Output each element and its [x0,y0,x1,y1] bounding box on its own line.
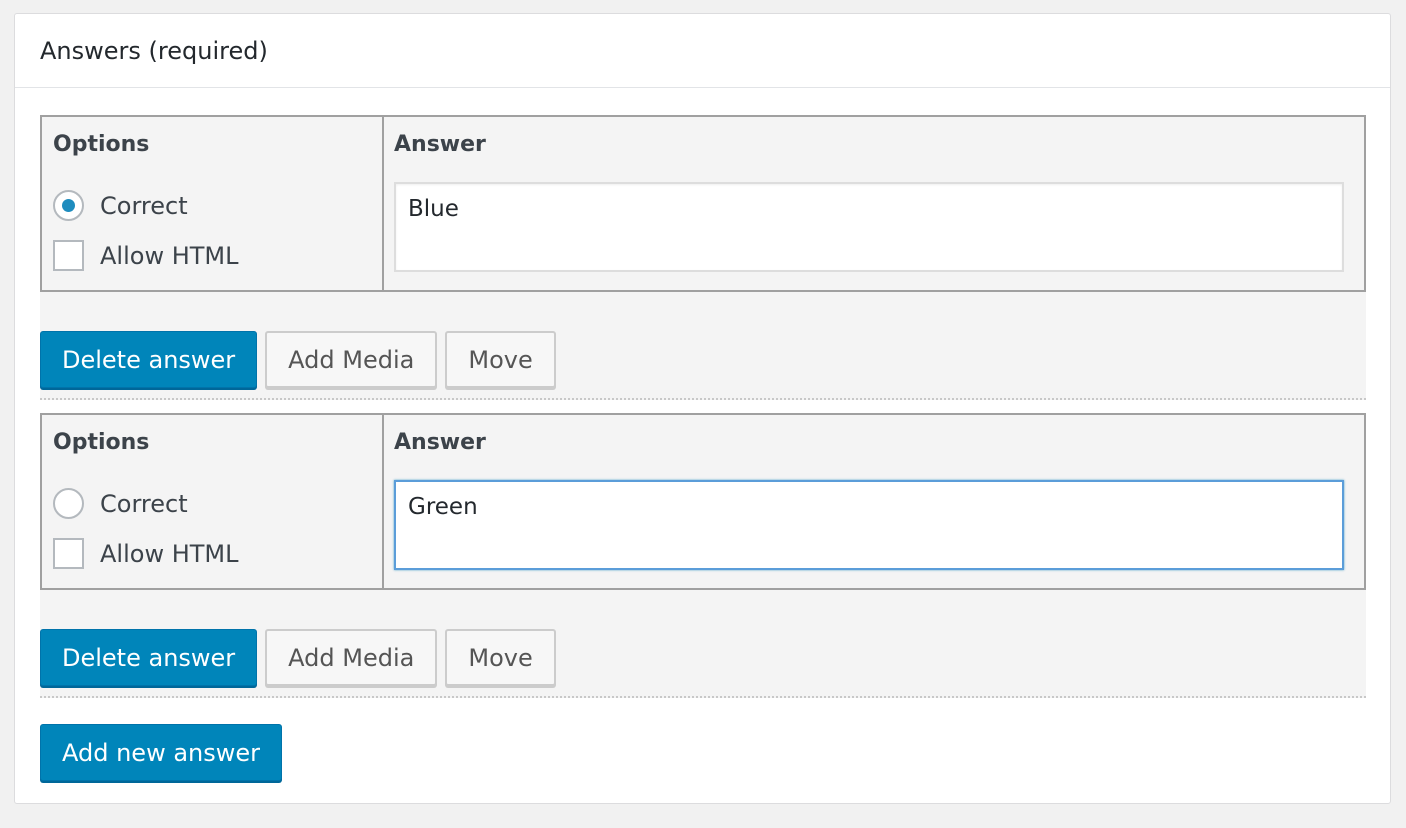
correct-option[interactable]: Correct [53,190,188,221]
answer-table: Options Correct Allow HTML Answer Green [40,413,1366,590]
add-media-button[interactable]: Add Media [265,331,438,388]
answers-panel: Answers (required) Options Correct Allow… [14,13,1391,804]
answer-separator [40,696,1366,698]
options-column: Options Correct Allow HTML [42,415,384,588]
answer-textarea[interactable]: Green [394,480,1344,570]
delete-answer-button[interactable]: Delete answer [40,331,258,388]
radio-selected-dot [62,199,75,212]
correct-option[interactable]: Correct [53,488,188,519]
answer-header: Answer [394,430,486,455]
allow-html-option[interactable]: Allow HTML [53,240,238,271]
answer-column: Answer Green [384,415,1364,588]
answer-table: Options Correct Allow HTML Answer Blue [40,115,1366,292]
allow-html-checkbox[interactable] [53,240,84,271]
answer-item: Options Correct Allow HTML Answer Blue D… [40,115,1366,400]
options-header: Options [53,430,150,455]
answer-actions: Delete answer Add Media Move [40,331,556,388]
allow-html-option[interactable]: Allow HTML [53,538,238,569]
answer-item: Options Correct Allow HTML Answer Green … [40,413,1366,698]
correct-radio[interactable] [53,488,84,519]
delete-answer-button[interactable]: Delete answer [40,629,258,686]
options-header: Options [53,132,150,157]
correct-label: Correct [100,191,188,220]
add-media-button[interactable]: Add Media [265,629,438,686]
allow-html-label: Allow HTML [100,539,239,568]
panel-header: Answers (required) [15,14,1390,88]
move-button[interactable]: Move [445,629,556,686]
answer-column: Answer Blue [384,117,1364,290]
panel-title: Answers (required) [40,36,268,65]
answer-textarea[interactable]: Blue [394,182,1344,272]
answer-header: Answer [394,132,486,157]
allow-html-checkbox[interactable] [53,538,84,569]
move-button[interactable]: Move [445,331,556,388]
answer-separator [40,398,1366,400]
answer-actions: Delete answer Add Media Move [40,629,556,686]
allow-html-label: Allow HTML [100,241,239,270]
options-column: Options Correct Allow HTML [42,117,384,290]
correct-radio[interactable] [53,190,84,221]
correct-label: Correct [100,489,188,518]
add-new-answer-button[interactable]: Add new answer [40,724,283,781]
